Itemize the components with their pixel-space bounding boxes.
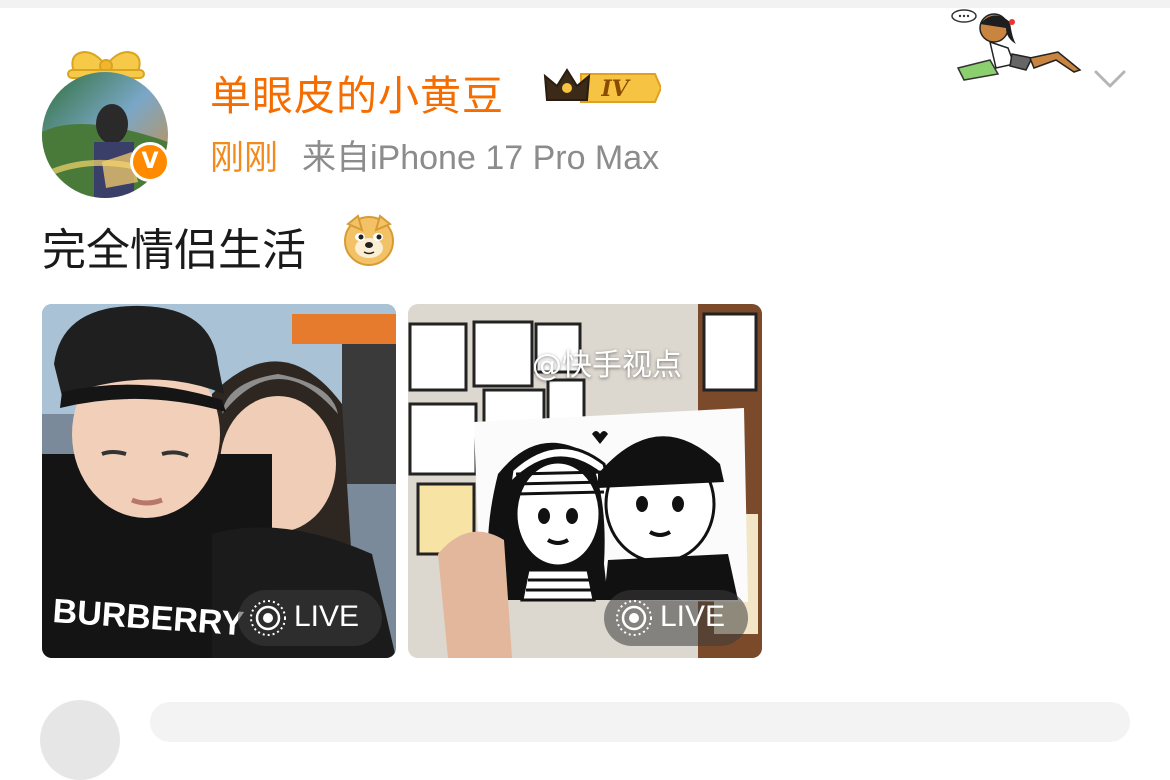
post-meta: 刚刚 来自iPhone 17 Pro Max bbox=[210, 130, 659, 179]
weibo-logo-icon bbox=[485, 342, 528, 376]
svg-text:IV: IV bbox=[600, 76, 630, 102]
vip-crown-icon: IV bbox=[543, 68, 663, 103]
photo-watermark: @快手视点 bbox=[532, 348, 682, 383]
post-source: 来自iPhone 17 Pro Max bbox=[302, 139, 660, 177]
next-post-avatar[interactable] bbox=[40, 700, 120, 780]
decorative-girl-sticker-icon bbox=[951, 9, 1082, 81]
chevron-down-icon[interactable] bbox=[1092, 64, 1128, 94]
post-photo-1[interactable]: BURBERRY LIVE bbox=[42, 304, 396, 658]
live-photo-icon bbox=[250, 600, 286, 636]
username[interactable]: 单眼皮的小黄豆 bbox=[210, 62, 504, 122]
doge-emoji-icon bbox=[344, 214, 394, 266]
post-time: 刚刚 bbox=[210, 139, 278, 177]
post-photo-2[interactable]: @快手视点 LIVE bbox=[408, 304, 762, 658]
live-photo-indicator[interactable]: LIVE bbox=[238, 590, 382, 646]
vip-level-badge[interactable]: IV bbox=[543, 66, 663, 110]
live-label: LIVE bbox=[294, 600, 360, 633]
live-photo-indicator[interactable]: LIVE bbox=[604, 590, 748, 646]
verified-badge-icon: V bbox=[130, 142, 170, 182]
live-label: LIVE bbox=[660, 600, 726, 633]
next-post-content-bar[interactable] bbox=[150, 702, 1130, 742]
post-text: 完全情侣生活 bbox=[42, 225, 306, 276]
user-avatar-container[interactable]: V bbox=[42, 44, 172, 198]
live-photo-icon bbox=[616, 600, 652, 636]
top-divider bbox=[0, 0, 1170, 8]
